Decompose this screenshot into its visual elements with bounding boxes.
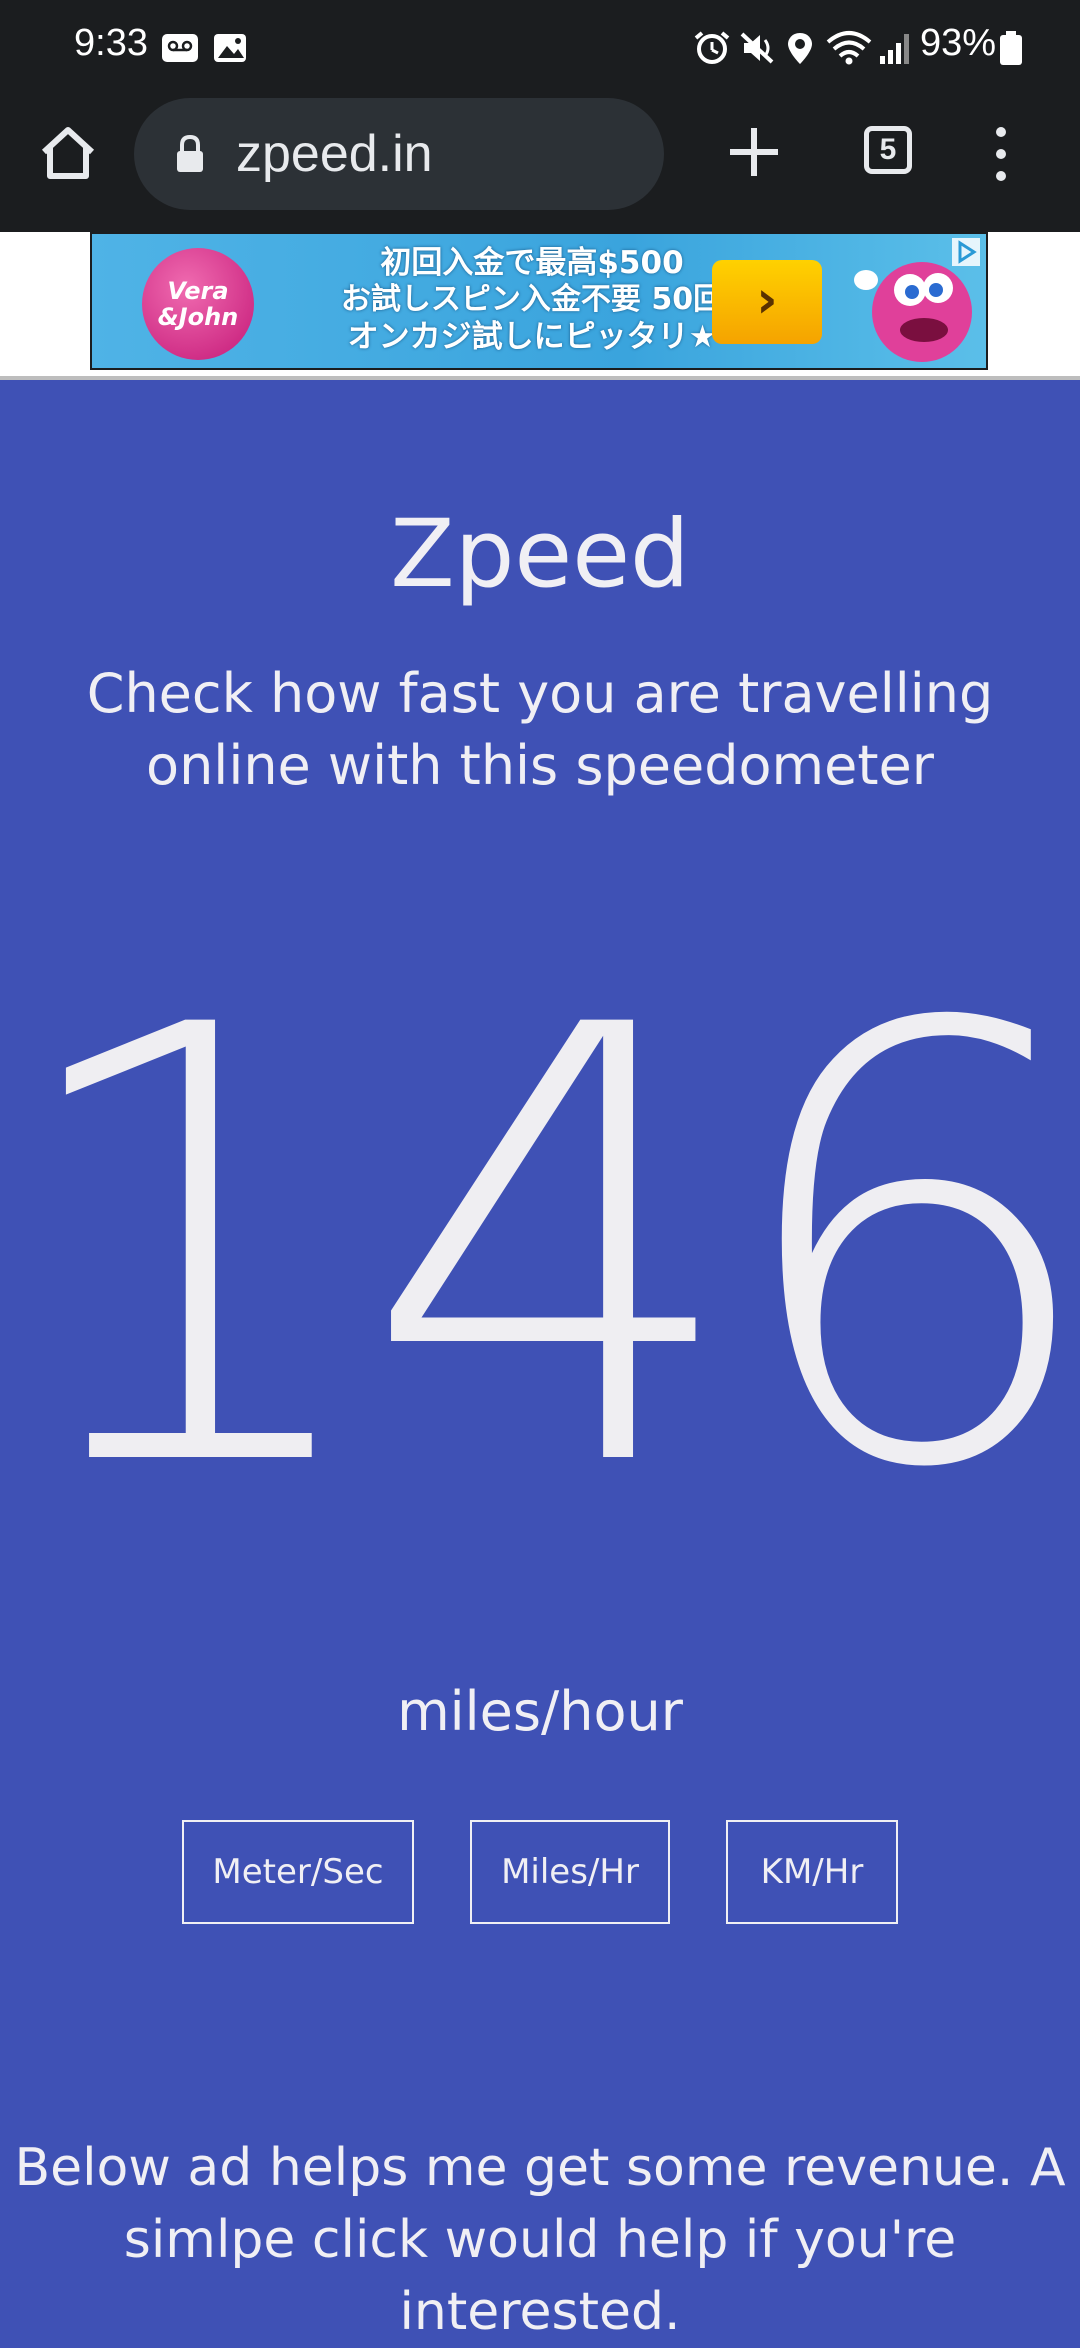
- ad-brand-line2: &John: [157, 303, 239, 331]
- ad-brand-logo[interactable]: Vera &John: [142, 248, 254, 360]
- url-text[interactable]: zpeed.in: [236, 124, 433, 184]
- status-time: 9:33: [74, 22, 148, 64]
- page-title: Zpeed: [390, 500, 690, 609]
- unit-button-group: Meter/Sec Miles/Hr KM/Hr: [0, 1820, 1080, 1928]
- home-icon[interactable]: [36, 122, 100, 186]
- voicemail-icon: [162, 34, 198, 62]
- unit-label: miles/hour: [397, 1680, 683, 1743]
- browser-toolbar: zpeed.in 5: [0, 92, 1080, 232]
- alarm-icon: [694, 31, 730, 64]
- ad-cta-button[interactable]: ›: [712, 260, 822, 344]
- meter-sec-button[interactable]: Meter/Sec: [182, 1820, 414, 1924]
- speed-readout: 146: [0, 900, 1080, 1599]
- battery-percent: 93%: [920, 22, 997, 64]
- miles-hr-button[interactable]: Miles/Hr: [470, 1820, 670, 1924]
- ad-strip: Vera &John 初回入金で最高$500 お試しスピン入金不要 50回 オンカ…: [0, 232, 1080, 380]
- address-bar[interactable]: zpeed.in: [134, 98, 664, 210]
- ad-line3: オンカジ試しにピッタリ★: [347, 319, 717, 355]
- km-hr-button[interactable]: KM/Hr: [726, 1820, 898, 1924]
- status-bar: 9:33 93%: [0, 0, 1080, 92]
- image-icon: [214, 34, 246, 62]
- location-icon: [788, 33, 812, 64]
- signal-icon: [880, 34, 909, 64]
- battery-icon: [1000, 31, 1022, 65]
- ad-banner[interactable]: Vera &John 初回入金で最高$500 お試しスピン入金不要 50回 オンカ…: [90, 232, 988, 370]
- tab-switcher-button[interactable]: 5: [864, 126, 912, 174]
- page-subtitle: Check how fast you are travelling online…: [86, 662, 994, 797]
- overflow-menu-icon[interactable]: [986, 122, 1016, 186]
- ad-line1: 初回入金で最高$500: [380, 245, 684, 281]
- lock-icon[interactable]: [174, 134, 206, 174]
- wifi-icon: [826, 31, 872, 65]
- revenue-note: Below ad helps me get some revenue. A si…: [14, 2138, 1066, 2342]
- main-content: Zpeed Check how fast you are travelling …: [0, 380, 1080, 2342]
- ad-brand-line1: Vera: [167, 277, 229, 305]
- mute-icon: [740, 32, 774, 64]
- ad-choices-icon[interactable]: [952, 238, 980, 266]
- ad-line2: お試しスピン入金不要 50回: [340, 282, 724, 317]
- ad-text[interactable]: 初回入金で最高$500 お試しスピン入金不要 50回 オンカジ試しにピッタリ★: [282, 244, 782, 356]
- new-tab-icon[interactable]: [724, 122, 784, 182]
